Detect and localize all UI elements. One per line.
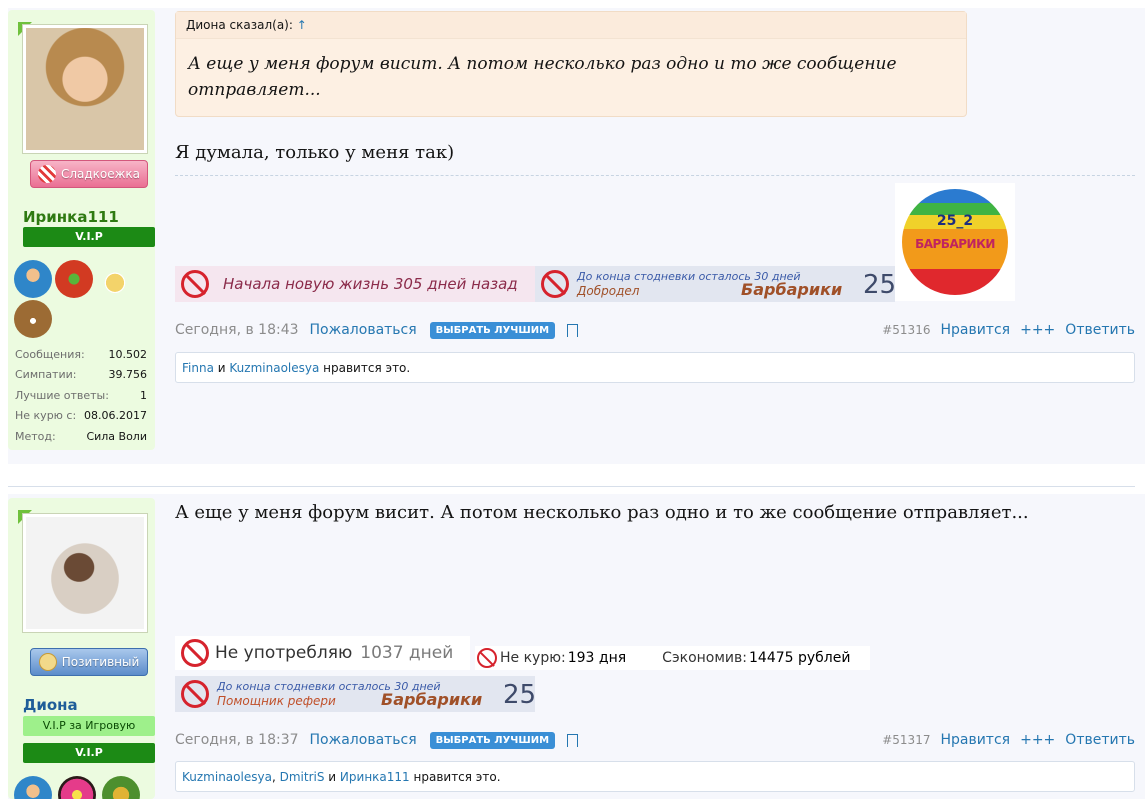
post-separator [8,486,1135,487]
best-answer-button[interactable]: ВЫБРАТЬ ЛУЧШИМ [429,321,556,339]
reply-link[interactable]: Ответить [1065,732,1135,748]
report-link[interactable]: Пожаловаться [310,732,417,748]
countdown-banner: До конца стодневки осталось 30 дней Помо… [175,676,536,712]
rank-pill[interactable]: Позитивный [30,648,148,676]
no-smoking-banner: Не курю: 193 дня Сэкономив: 14475 рублей [475,646,870,670]
likes-summary-1: Finna и Kuzminaolesya нравится это. [175,352,1135,383]
user-trophy-icon[interactable] [14,776,52,799]
like-link[interactable]: Нравится [940,732,1010,748]
candy-cane-icon [37,165,56,183]
user-stats: Сообщения: 10.502 Симпатии: 39.756 Лучшие … [15,344,147,447]
no-smoking-icon [181,680,209,708]
star-trophy-icon[interactable] [102,776,140,799]
report-link[interactable]: Пожаловаться [310,322,417,338]
liker-link[interactable]: Kuzminaolesya [182,770,272,784]
liker-link[interactable]: Kuzminaolesya [229,361,319,375]
stat-best-answers: Лучшие ответы: 1 [15,388,147,402]
rank-label: Сладкоежка [60,167,141,181]
vip-badge: V.I.P [23,227,155,247]
stat-no-smoking-since: Не курю с: 08.06.2017 [15,409,147,423]
likes-summary-2: Kuzminaolesya, DmitriS и Иринка111 нрави… [175,761,1135,792]
username[interactable]: Иринка111 [23,208,119,226]
post-number[interactable]: #51317 [882,733,930,747]
post-number[interactable]: #51316 [882,323,930,337]
avatar-photo [26,28,144,150]
stat-likes: Симпатии: 39.756 [15,368,147,382]
countdown-banner: До конца стодневки осталось 30 дней Добр… [535,266,896,302]
liker-link[interactable]: Finna [182,361,214,375]
signature-divider [175,175,1135,176]
stat-posts: Сообщения: 10.502 [15,347,147,361]
avatar-photo [26,517,144,629]
rank-label: Позитивный [61,655,140,669]
rank-pill[interactable]: Сладкоежка [30,160,148,188]
signature-banner: Начала новую жизнь 305 дней назад [175,266,535,302]
vip-game-badge: V.I.P за Игровую [23,716,155,736]
star-trophy-icon[interactable] [14,300,52,338]
message-text: Я думала, только у меня так) [175,142,455,163]
quote-text: А еще у меня форум висит. А потом нескол… [188,54,897,100]
level-trophy-icon[interactable] [55,260,93,298]
user-sidebar-1: Сладкоежка Иринка111 V.I.P Сообщения: 10.… [8,10,155,450]
vip-badge: V.I.P [23,743,155,763]
quote-author: Диона сказал(а): [186,18,293,32]
quote-block: Диона сказал(а): ↑ А еще у меня форум ви… [175,11,967,117]
no-smoking-icon [181,639,209,667]
like-link[interactable]: Нравится [940,322,1010,338]
smiley-icon [38,653,57,671]
quote-jump-link[interactable]: ↑ [297,18,307,32]
liker-link[interactable]: DmitriS [280,770,325,784]
user-sidebar-2: Позитивный Диона V.I.P за Игровую V.I.P [8,498,155,799]
no-smoking-icon [477,648,497,668]
avatar[interactable] [22,513,148,633]
post-meta-2: Сегодня, в 18:37 Пожаловаться ВЫБРАТЬ ЛУ… [175,730,1135,750]
message-text: А еще у меня форум висит. А потом нескол… [175,502,1029,523]
barbariki-logo: 25_2 БАРБАРИКИ [895,183,1015,301]
bookmark-icon[interactable] [567,733,579,747]
bookmark-icon[interactable] [567,323,579,337]
no-smoking-icon [181,270,209,298]
reply-link[interactable]: Ответить [1065,322,1135,338]
plus-link[interactable]: +++ [1020,732,1055,748]
avatar[interactable] [22,24,148,154]
medal-icon[interactable] [96,260,134,298]
no-smoking-icon [541,270,569,298]
username[interactable]: Диона [23,696,78,714]
post-meta-1: Сегодня, в 18:43 Пожаловаться ВЫБРАТЬ ЛУ… [175,320,1135,340]
plus-link[interactable]: +++ [1020,322,1055,338]
user-trophy-icon[interactable] [14,260,52,298]
quote-header: Диона сказал(а): ↑ [176,12,966,39]
no-use-banner: Не употребляю 1037 дней [175,636,470,670]
post-time[interactable]: Сегодня, в 18:43 [175,322,299,338]
flower-trophy-icon[interactable] [58,776,96,799]
best-answer-button[interactable]: ВЫБРАТЬ ЛУЧШИМ [429,731,556,749]
stat-method: Метод: Сила Воли [15,429,147,443]
post-time[interactable]: Сегодня, в 18:37 [175,732,299,748]
liker-link[interactable]: Иринка111 [340,770,410,784]
